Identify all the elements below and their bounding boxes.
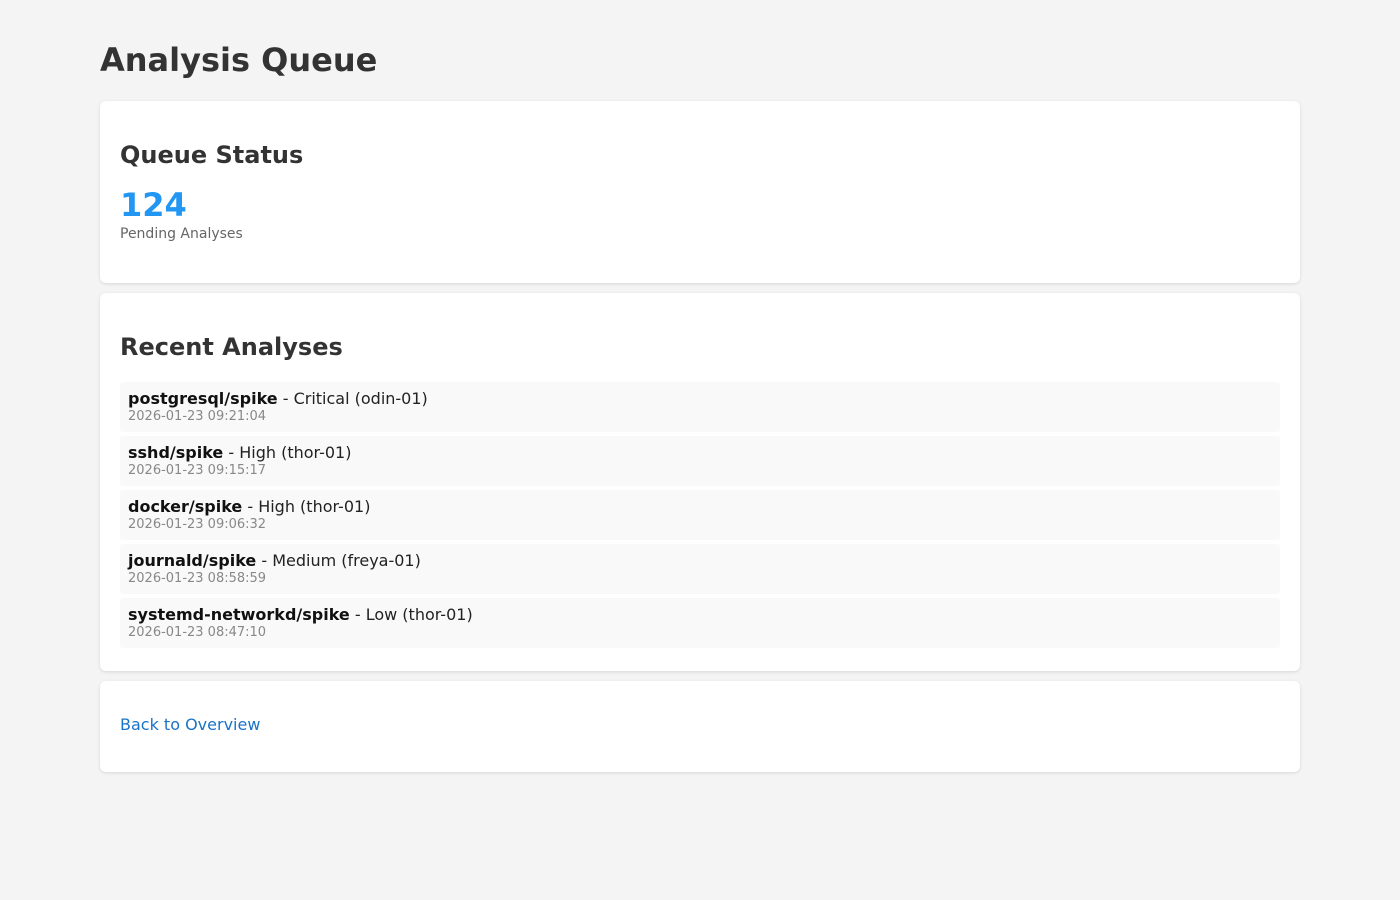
queue-status-heading: Queue Status [120,141,304,169]
analysis-detail: - Critical (odin-01) [277,388,428,408]
list-item: sshd/spike - High (thor-01) 2026-01-23 0… [120,435,1280,486]
analysis-detail: - High (thor-01) [242,496,371,516]
analysis-timestamp: 2026-01-23 09:21:04 [128,408,267,424]
analysis-name: systemd-networkd/spike [128,604,350,624]
navigation-card: Back to Overview [100,681,1300,772]
pending-count: 124 [120,185,187,224]
list-item: systemd-networkd/spike - Low (thor-01) 2… [120,597,1280,648]
analysis-name: docker/spike [128,496,243,516]
page-title: Analysis Queue [100,41,378,79]
list-item: docker/spike - High (thor-01) 2026-01-23… [120,489,1280,540]
analysis-timestamp: 2026-01-23 08:58:59 [128,570,267,586]
analysis-timestamp: 2026-01-23 08:47:10 [128,624,267,640]
analysis-timestamp: 2026-01-23 09:06:32 [128,516,267,532]
list-item: postgresql/spike - Critical (odin-01) 20… [120,381,1280,432]
page-container: Analysis Queue Queue Status 124 Pending … [100,0,1300,782]
analysis-timestamp: 2026-01-23 09:15:17 [128,462,267,478]
analysis-list: postgresql/spike - Critical (odin-01) 20… [120,381,1280,648]
recent-analyses-heading: Recent Analyses [120,333,343,361]
recent-analyses-card: Recent Analyses postgresql/spike - Criti… [100,293,1300,671]
analysis-detail: - Low (thor-01) [349,604,473,624]
queue-status-card: Queue Status 124 Pending Analyses [100,101,1300,283]
back-to-overview-link[interactable]: Back to Overview [120,715,260,734]
analysis-name: postgresql/spike [128,388,278,408]
pending-label: Pending Analyses [120,225,243,242]
analysis-detail: - High (thor-01) [223,442,352,462]
analysis-name: sshd/spike [128,442,224,462]
analysis-name: journald/spike [128,550,257,570]
list-item: journald/spike - Medium (freya-01) 2026-… [120,543,1280,594]
analysis-detail: - Medium (freya-01) [256,550,421,570]
